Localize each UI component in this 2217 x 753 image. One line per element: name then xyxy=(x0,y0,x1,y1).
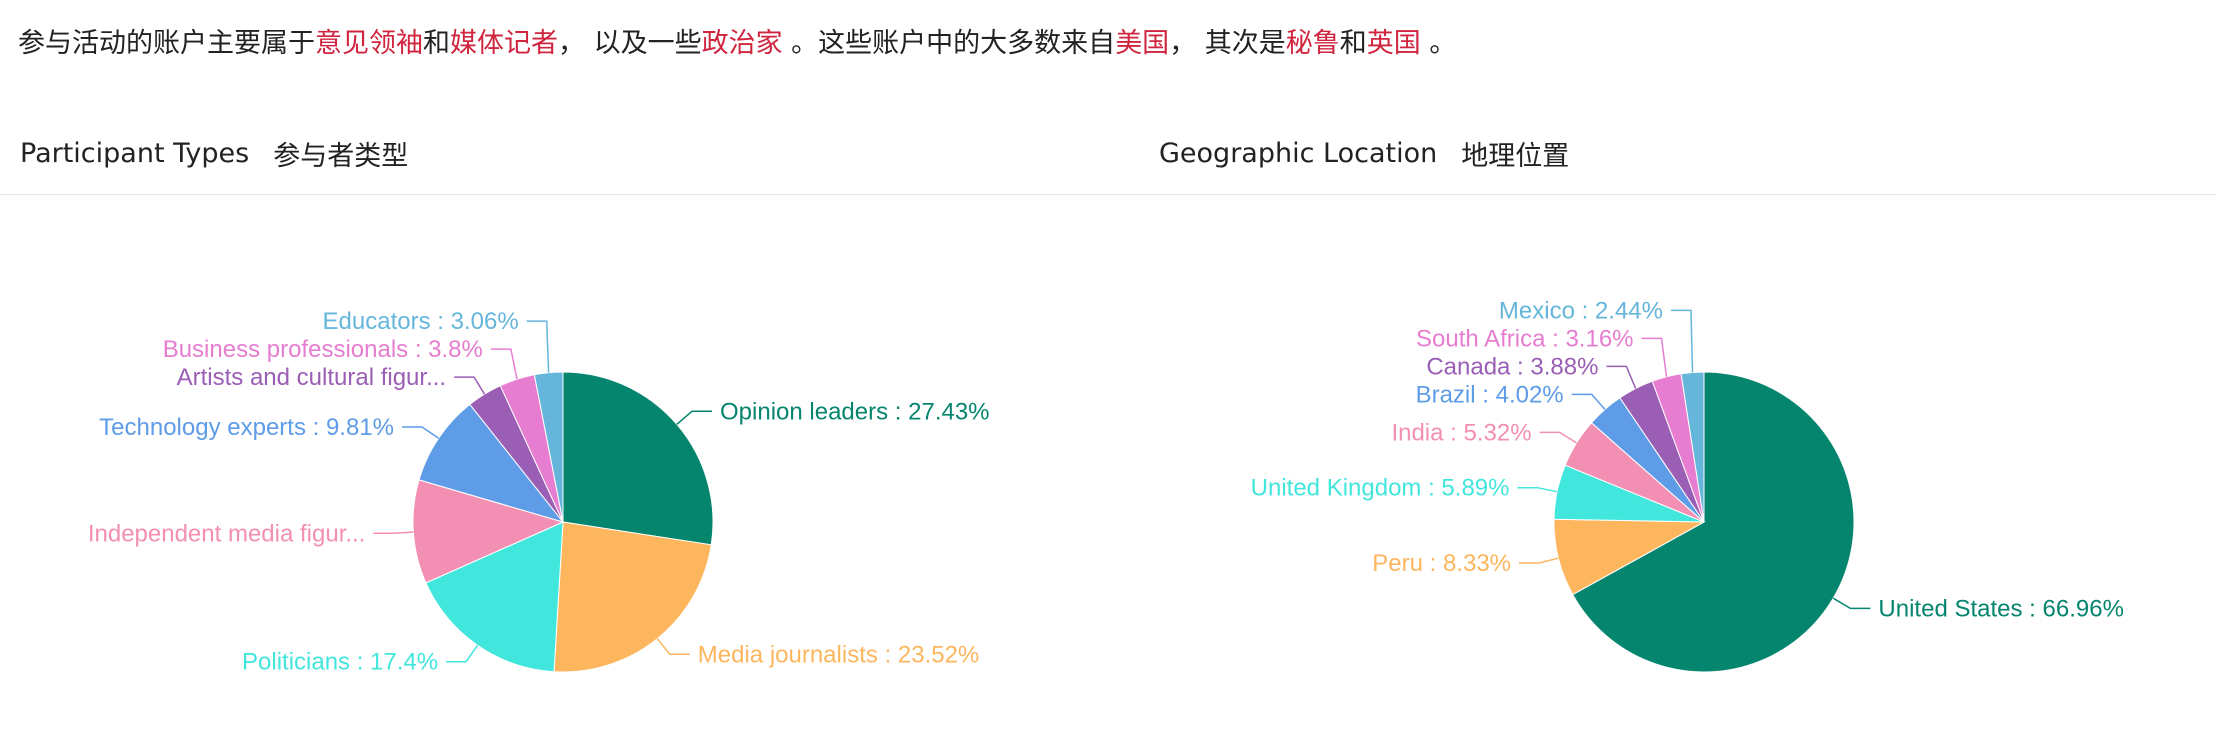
slice-label-opinion-leaders: Opinion leaders : 27.43% xyxy=(720,398,990,425)
geographic-location-pie-chart: United States : 66.96% Mexico : 2.44%Sout… xyxy=(1251,297,2124,673)
panel-header: Geographic Location 地理位置 xyxy=(1134,112,2217,195)
label-line-south-africa xyxy=(1641,337,1668,377)
slice-label-united-states: United States : 66.96% xyxy=(1878,595,2123,622)
highlight-politicians: 政治家 xyxy=(701,28,783,59)
summary-part: ， 其次是 xyxy=(1169,28,1286,59)
pie-slice-opinion-leaders[interactable] xyxy=(562,371,714,546)
label-line-mexico xyxy=(1671,309,1694,373)
summary-part: ， 以及一些 xyxy=(558,28,702,59)
pie-slice-media-journalists[interactable] xyxy=(553,521,712,673)
label-line-artists-and-cultural-figures xyxy=(454,376,486,395)
participant-types-panel: Participant Types 参与者类型 Opinion leaders … xyxy=(0,112,1134,753)
label-line-canada xyxy=(1606,365,1637,389)
panel-title-en: Participant Types xyxy=(20,137,250,169)
label-line-united-kingdom xyxy=(1517,486,1558,493)
slice-label-educators: Educators : 3.06% xyxy=(323,308,519,335)
label-line-opinion-leaders xyxy=(676,410,712,425)
panel-title-cn: 地理位置 xyxy=(1461,140,1570,172)
label-line-india xyxy=(1539,431,1577,444)
label-line-media-journalists xyxy=(656,638,690,656)
slice-label-south-africa: South Africa : 3.16% xyxy=(1416,325,1633,352)
slice-label-mexico: Mexico : 2.44% xyxy=(1499,297,1663,324)
highlight-united-states: 美国 xyxy=(1115,28,1170,59)
slice-label-brazil: Brazil : 4.02% xyxy=(1416,381,1564,408)
panel-title-en: Geographic Location xyxy=(1159,137,1438,169)
summary-part: 参与活动的账户主要属于 xyxy=(18,28,315,59)
participant-types-pie-chart: Opinion leaders : 27.43% Media journalist… xyxy=(88,308,990,676)
slice-label-technology-experts: Technology experts : 9.81% xyxy=(99,414,394,441)
highlight-opinion-leaders: 意见领袖 xyxy=(315,28,423,59)
slice-label-artists-and-cultural-figures: Artists and cultural figur... xyxy=(177,364,446,391)
label-line-peru xyxy=(1519,557,1559,564)
label-line-united-states xyxy=(1832,597,1871,610)
summary-part: 。这些账户中的大多数来自 xyxy=(782,28,1116,59)
slice-label-media-journalists: Media journalists : 23.52% xyxy=(698,641,979,668)
panel-title-cn: 参与者类型 xyxy=(273,140,409,172)
slice-label-politicians: Politicians : 17.4% xyxy=(242,649,438,676)
slice-label-peru: Peru : 8.33% xyxy=(1372,550,1511,577)
label-line-business-professionals xyxy=(490,348,518,380)
label-line-technology-experts xyxy=(402,426,440,439)
slice-label-india: India : 5.32% xyxy=(1391,419,1531,446)
geographic-location-panel: Geographic Location 地理位置 United States :… xyxy=(1134,112,2217,753)
highlight-united-kingdom: 英国 xyxy=(1366,28,1421,59)
slice-label-united-kingdom: United Kingdom : 5.89% xyxy=(1251,475,1510,502)
label-line-independent-media-figures xyxy=(373,531,414,535)
label-line-educators xyxy=(526,320,550,373)
summary-part: 和 xyxy=(1339,28,1367,59)
label-line-brazil xyxy=(1571,393,1606,410)
highlight-media-journalists: 媒体记者 xyxy=(450,28,558,59)
summary-part: 。 xyxy=(1420,28,1457,59)
highlight-peru: 秘鲁 xyxy=(1285,28,1340,59)
label-line-politicians xyxy=(446,644,479,663)
slice-label-business-professionals: Business professionals : 3.8% xyxy=(163,336,483,363)
summary-part: 和 xyxy=(423,28,450,59)
summary-text: 参与活动的账户主要属于意见领袖和媒体记者， 以及一些政治家 。这些账户中的大多数… xyxy=(18,22,1456,66)
slice-label-canada: Canada : 3.88% xyxy=(1426,353,1598,380)
slice-label-independent-media-figures: Independent media figur... xyxy=(88,520,366,547)
panel-header: Participant Types 参与者类型 xyxy=(0,112,1134,195)
